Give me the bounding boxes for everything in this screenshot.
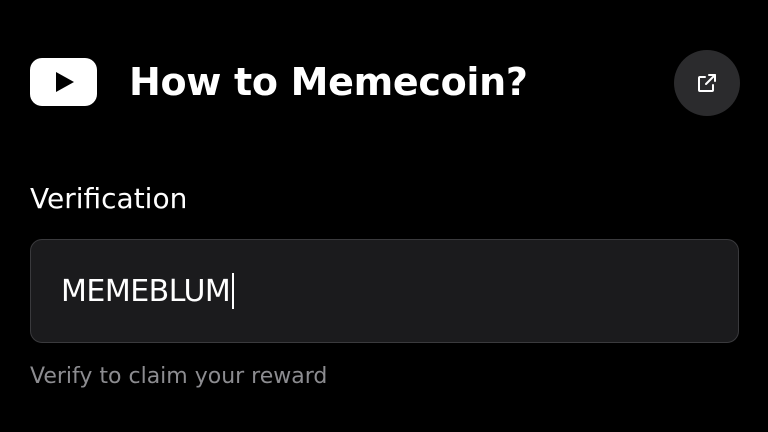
verification-code-text: MEMEBLUM bbox=[61, 273, 231, 309]
open-link-button[interactable] bbox=[674, 50, 740, 116]
youtube-icon bbox=[30, 58, 97, 106]
verification-label: Verification bbox=[30, 182, 188, 215]
verification-hint: Verify to claim your reward bbox=[30, 364, 328, 389]
task-header: How to Memecoin? bbox=[30, 48, 740, 116]
verification-input-value[interactable]: MEMEBLUM bbox=[61, 273, 235, 309]
text-caret bbox=[232, 273, 235, 309]
verification-input[interactable]: MEMEBLUM bbox=[30, 239, 739, 343]
external-link-icon bbox=[695, 71, 719, 95]
page-title: How to Memecoin? bbox=[129, 60, 528, 104]
